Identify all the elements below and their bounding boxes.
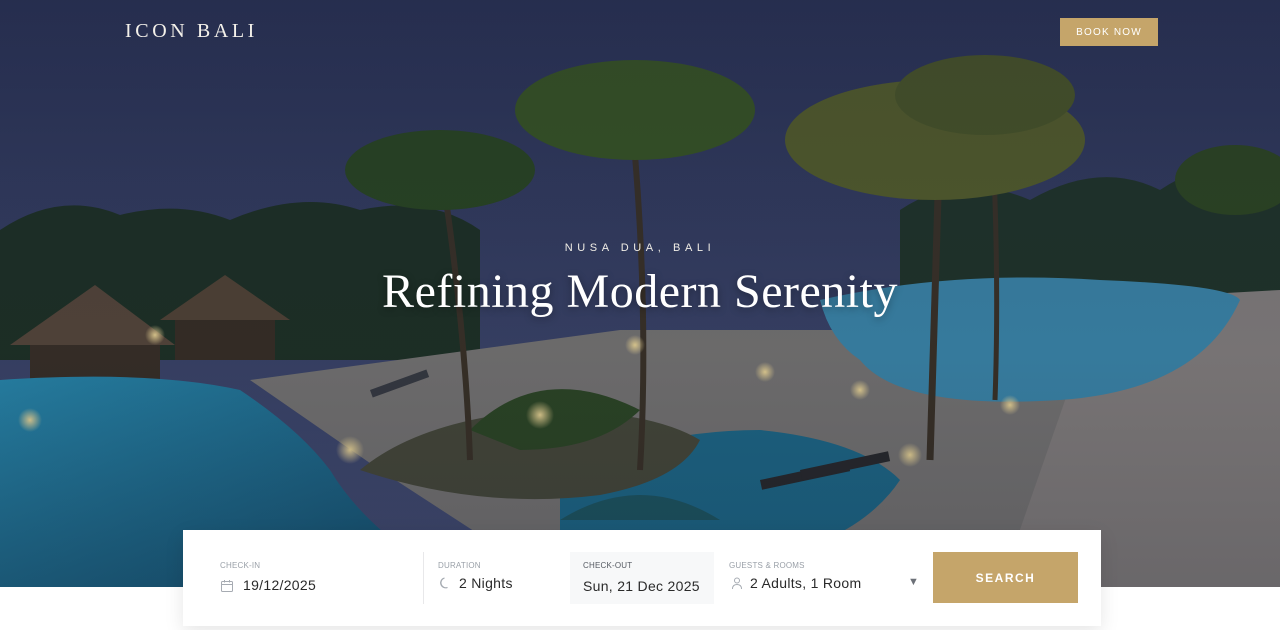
- calendar-icon: [220, 579, 234, 593]
- guests-label: GUESTS & ROOMS: [729, 561, 805, 570]
- checkin-field[interactable]: CHECK-IN 19/12/2025: [220, 552, 420, 604]
- duration-label: DURATION: [438, 561, 481, 570]
- book-now-button[interactable]: BOOK NOW: [1060, 18, 1158, 46]
- checkout-label: CHECK-OUT: [583, 561, 633, 570]
- duration-field[interactable]: DURATION 2 Nights: [438, 552, 558, 604]
- hero-banner: ICON BALI BOOK NOW NUSA DUA, BALI Refini…: [0, 0, 1280, 587]
- hero-headline: Refining Modern Serenity: [382, 265, 898, 318]
- checkout-field[interactable]: CHECK-OUT Sun, 21 Dec 2025: [570, 552, 714, 604]
- guests-value: 2 Adults, 1 Room: [750, 575, 862, 591]
- chevron-down-icon[interactable]: ▼: [908, 576, 919, 588]
- search-button[interactable]: SEARCH: [933, 552, 1078, 603]
- field-divider: [423, 552, 424, 604]
- booking-bar: CHECK-IN 19/12/2025 DURATION 2 Nights CH…: [183, 530, 1101, 626]
- person-icon: [730, 576, 744, 590]
- guests-rooms-field[interactable]: GUESTS & ROOMS 2 Adults, 1 Room: [729, 552, 919, 604]
- brand-logo[interactable]: ICON BALI: [125, 20, 258, 43]
- checkin-label: CHECK-IN: [220, 561, 261, 570]
- checkin-date: 19/12/2025: [243, 577, 317, 593]
- hero-location: NUSA DUA, BALI: [564, 242, 716, 254]
- checkout-date: Sun, 21 Dec 2025: [583, 578, 700, 594]
- moon-icon: [438, 576, 452, 590]
- duration-value: 2 Nights: [459, 575, 513, 591]
